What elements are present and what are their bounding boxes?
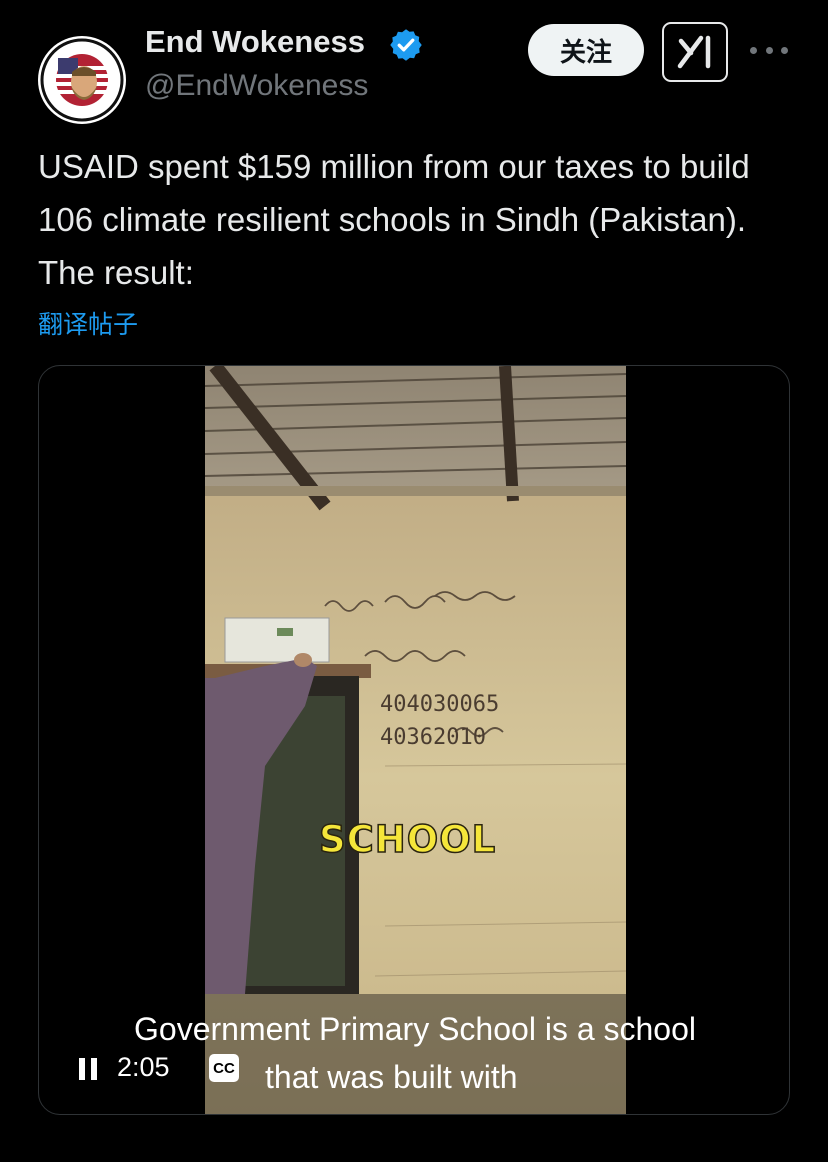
author-handle[interactable]: @EndWokeness	[145, 69, 368, 103]
avatar-image	[39, 37, 125, 123]
pause-icon	[79, 1058, 85, 1080]
author-display-name[interactable]: End Wokeness	[145, 24, 365, 60]
wall-number-1: 404030065	[380, 692, 499, 717]
grok-icon	[677, 35, 711, 69]
video-player[interactable]: 404030065 40362010 SCHOOL Government Pri…	[38, 365, 790, 1115]
avatar[interactable]	[38, 36, 126, 124]
translate-post-link[interactable]: 翻译帖子	[38, 305, 138, 341]
video-overlay-text: SCHOOL	[318, 817, 497, 862]
caption-line-1: Government Primary School is a school	[134, 1011, 696, 1047]
tweet-text: USAID spent $159 million from our taxes …	[38, 148, 750, 291]
follow-button[interactable]: 关注	[528, 24, 644, 76]
wall-number-2: 40362010	[380, 725, 486, 750]
more-options-icon[interactable]	[750, 38, 788, 62]
grok-button[interactable]	[662, 22, 728, 82]
pause-button[interactable]	[79, 1058, 97, 1080]
video-time: 2:05	[117, 1052, 170, 1082]
captions-button[interactable]: CC	[209, 1054, 239, 1082]
verified-badge-icon[interactable]	[388, 27, 424, 63]
caption-line-2: that was built with	[265, 1059, 518, 1095]
